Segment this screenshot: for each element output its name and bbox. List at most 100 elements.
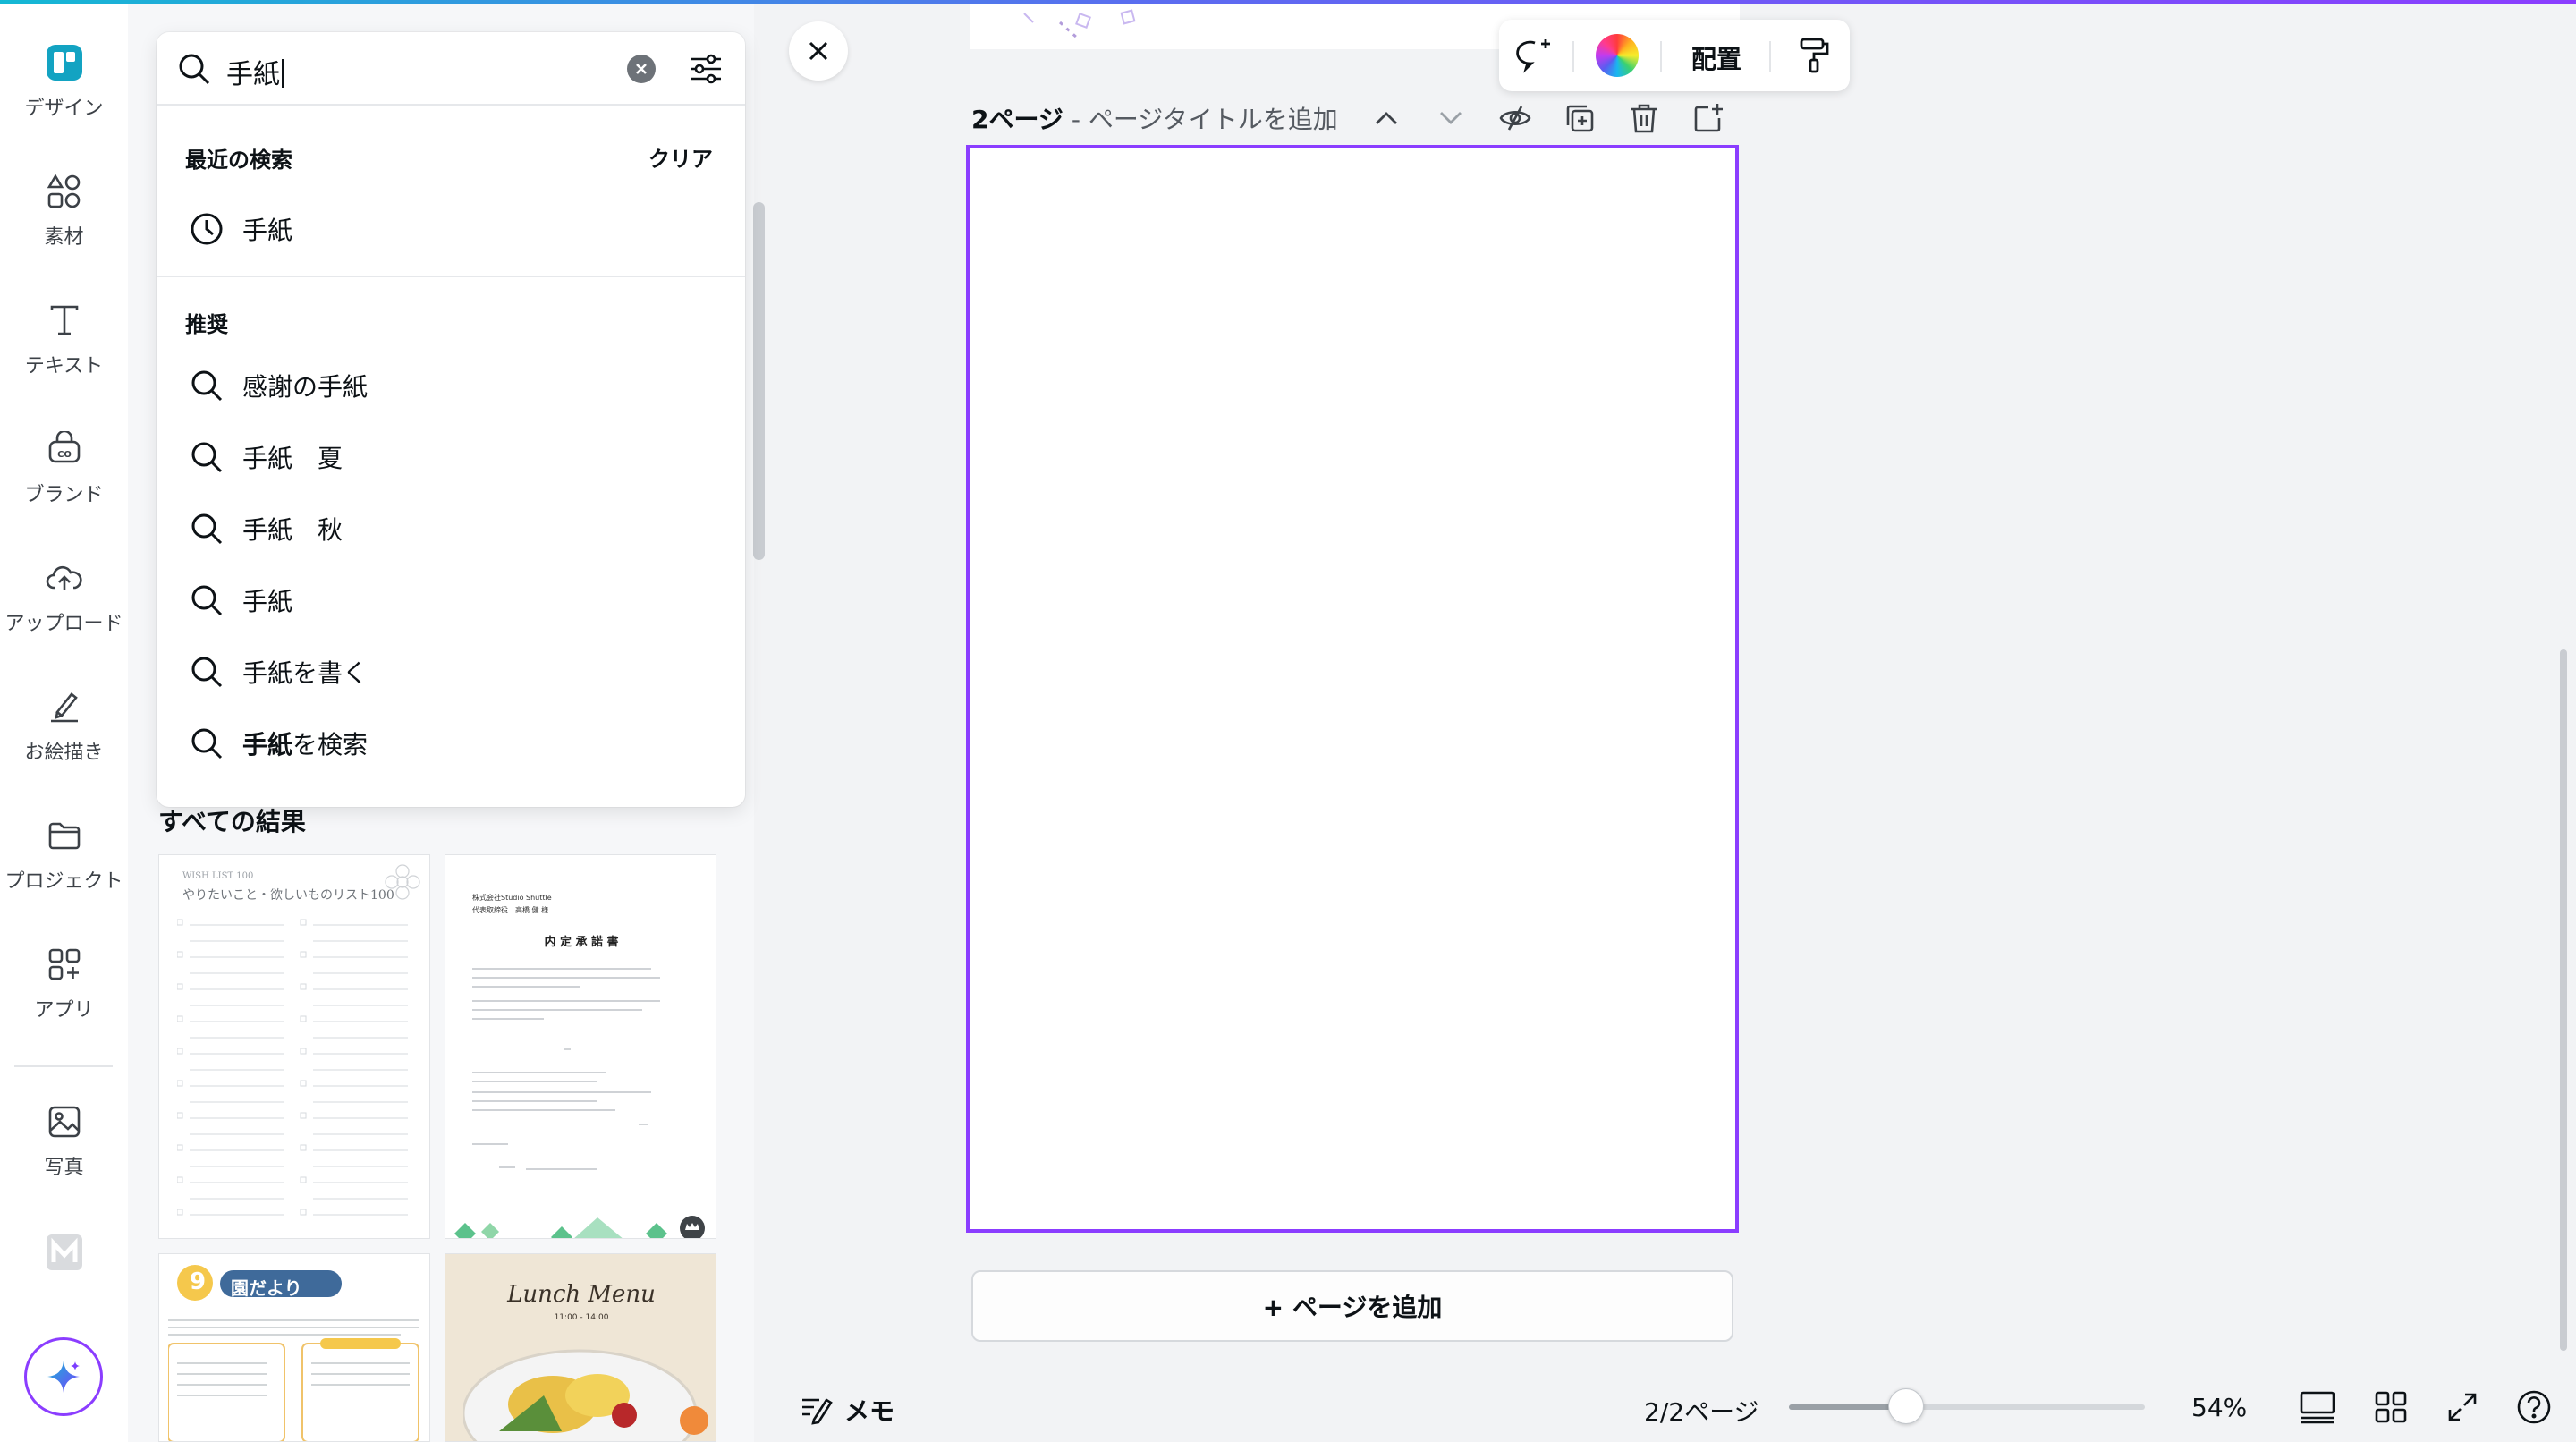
upload-cloud-icon [40,554,89,602]
paint-roller-icon [1800,38,1829,73]
recent-search-item[interactable]: 手紙 [157,197,745,261]
svg-text:CO: CO [57,450,72,460]
rail-item-draw[interactable]: お絵描き [0,683,128,765]
arrange-button[interactable]: 配置 [1691,40,1741,76]
design-page[interactable] [966,145,1739,1233]
help-button[interactable] [2513,1387,2555,1428]
filter-icon[interactable] [688,51,724,87]
toolbar-divider [1572,41,1574,72]
rail-item-upload[interactable]: アップロード [0,554,128,636]
template-thumb-acceptance-letter[interactable]: 株式会社Studio Shuttle 代表取締役 高橋 健 様 内 定 承 諾 … [445,854,716,1239]
fullscreen-button[interactable] [2442,1387,2483,1428]
add-page-button-icon[interactable] [1690,100,1726,136]
template-thumb-newsletter[interactable]: 9 園だより [158,1253,430,1442]
suggestion-item[interactable]: 手紙 夏 [157,425,745,489]
rail-item-apps[interactable]: アプリ [0,940,128,1022]
suggestion-label: 手紙 秋 [242,515,343,545]
suggestion-item[interactable]: 感謝の手紙 [157,353,745,418]
zoom-level[interactable]: 54% [2191,1393,2247,1422]
search-icon [187,509,226,548]
rail-item-elements[interactable]: 素材 [0,167,128,250]
page-count[interactable]: 2/2ページ [1644,1393,1759,1429]
left-rail: デザイン 素材 テキスト CO ブランド アップロード お絵描き プロジェクト [0,4,128,1442]
magic-edit-button[interactable] [1515,36,1555,75]
rail-item-photos[interactable]: 写真 [0,1098,128,1180]
search-icon [187,724,226,763]
search-suffix: を検索 [292,730,369,759]
recent-search-label: 手紙 [242,216,293,245]
rail-label: 素材 [44,226,84,249]
suggestion-item[interactable]: 手紙を書く [157,640,745,704]
rail-label: アプリ [34,999,94,1022]
duplicate-page-button[interactable] [1562,100,1597,136]
clear-search-button[interactable] [627,55,656,83]
list-lines [177,919,408,1216]
elements-icon [40,167,89,216]
rail-item-design[interactable]: デザイン [0,38,128,121]
rail-label: プロジェクト [4,870,123,893]
thumb-title: 内 定 承 諾 書 [544,936,619,949]
rail-item-brand[interactable]: CO ブランド [0,425,128,507]
move-page-down-button[interactable] [1433,100,1469,136]
rail-item-app-m[interactable] [0,1228,128,1277]
results-title: すべての結果 [158,807,306,836]
trash-icon [1631,104,1657,133]
thumb-subtitle: 11:00 - 14:00 [554,1313,609,1322]
search-for-item[interactable]: 手紙を検索 [157,711,745,776]
suggestion-item[interactable]: 手紙 秋 [157,496,745,561]
suggestion-label: 感謝の手紙 [242,372,369,402]
copy-style-button[interactable] [1794,36,1834,75]
move-page-up-button[interactable] [1368,100,1404,136]
rail-item-projects[interactable]: プロジェクト [0,811,128,894]
rail-label: テキスト [24,355,104,377]
eye-hidden-icon [1499,106,1531,131]
grid-view-button[interactable] [2370,1387,2411,1428]
page-title-placeholder[interactable]: - ページタイトルを追加 [1072,105,1338,134]
duplicate-icon [1566,105,1594,132]
thumb-title: Lunch Menu [507,1281,656,1308]
zoom-slider[interactable] [1789,1388,2145,1424]
page-view-button[interactable] [2297,1387,2338,1428]
close-icon [809,41,828,61]
page-view-icon [2300,1391,2335,1424]
search-bar: 手紙 [157,32,745,106]
page-number: 2ページ [971,105,1063,134]
notes-button[interactable]: メモ [800,1392,894,1428]
search-input[interactable]: 手紙 [226,52,284,91]
rail-label: デザイン [24,98,104,120]
panel-scrollbar[interactable] [753,202,765,560]
zoom-slider-handle[interactable] [1888,1388,1925,1424]
close-panel-button[interactable] [789,21,848,81]
suggestion-label: 手紙を書く [242,658,369,688]
chevron-down-icon [1440,112,1462,124]
color-button[interactable] [1596,34,1639,77]
brand-icon: CO [40,425,89,473]
search-icon [187,437,226,477]
clear-recent-button[interactable]: クリア [648,141,713,173]
search-term: 手紙 [242,730,293,759]
delete-page-button[interactable] [1626,100,1662,136]
app-m-icon [40,1228,89,1277]
rail-item-text[interactable]: テキスト [0,296,128,378]
search-icon [179,54,210,85]
comment-sparkle-icon [1516,39,1550,73]
search-icon [187,366,226,405]
suggestion-label: 手紙 [242,587,293,616]
magic-assistant-button[interactable] [24,1337,103,1416]
apps-icon [40,940,89,988]
recent-searches-title: 最近の検索 [185,148,292,173]
add-page-button[interactable]: + ページを追加 [971,1270,1733,1342]
suggestion-label: 手紙 夏 [242,444,343,473]
help-icon [2517,1390,2551,1424]
thumb-title: やりたいこと・欲しいものリスト100 [182,888,394,903]
draw-icon [40,683,89,731]
flower-decoration [385,864,420,900]
hide-page-button[interactable] [1497,100,1533,136]
template-thumb-wishlist[interactable]: WISH LIST 100 やりたいこと・欲しいものリスト100 [158,854,430,1239]
page-header[interactable]: 2ページ - ページタイトルを追加 [971,100,1338,136]
canvas-scrollbar[interactable] [2560,649,2567,1351]
rail-label: お絵描き [24,742,104,764]
newsletter-body [168,1319,419,1441]
template-thumb-lunch-menu[interactable]: Lunch Menu 11:00 - 14:00 [445,1253,716,1442]
suggestion-item[interactable]: 手紙 [157,568,745,632]
